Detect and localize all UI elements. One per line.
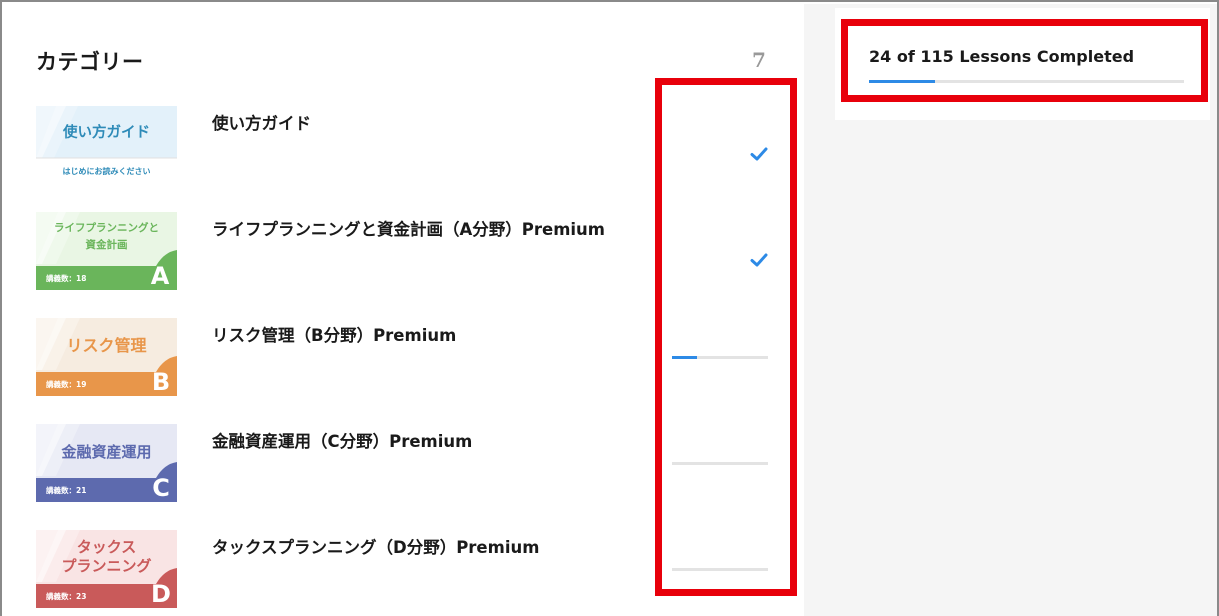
thumb-line1: タックス — [77, 538, 137, 556]
thumbnail-graphic: リスク管理 講義数：19 B — [36, 318, 177, 396]
category-thumbnail-a[interactable]: ライフプランニングと 資金計画 講義数：18 A — [36, 212, 177, 290]
category-thumbnail-d[interactable]: タックス プランニング 講義数：23 D — [36, 530, 177, 608]
thumb-letter: D — [151, 580, 171, 608]
summary-highlight — [841, 19, 1208, 102]
thumb-lessons: 講義数：21 — [46, 485, 86, 495]
thumbnail-graphic: 使い方ガイド はじめにお読みください — [36, 106, 177, 184]
thumb-lessons: 講義数：18 — [46, 273, 86, 283]
thumb-sub-text: はじめにお読みください — [63, 166, 151, 176]
category-heading: カテゴリー — [36, 50, 144, 74]
category-thumbnail-guide[interactable]: 使い方ガイド はじめにお読みください — [36, 106, 177, 184]
thumb-lessons: 講義数：23 — [46, 591, 86, 601]
thumb-letter: B — [152, 368, 170, 396]
thumb-line1: 金融資産運用 — [60, 443, 151, 461]
category-title[interactable]: ライフプランニングと資金計画（A分野）Premium — [212, 216, 605, 240]
thumb-line1: ライフプランニングと — [54, 221, 159, 234]
thumb-lessons: 講義数：19 — [46, 379, 86, 389]
category-title[interactable]: 金融資産運用（C分野）Premium — [212, 428, 472, 452]
thumb-letter: C — [152, 474, 170, 502]
category-thumbnail-b[interactable]: リスク管理 講義数：19 B — [36, 318, 177, 396]
status-column-highlight — [655, 78, 797, 596]
category-thumbnail-c[interactable]: 金融資産運用 講義数：21 C — [36, 424, 177, 502]
thumbnail-graphic: タックス プランニング 講義数：23 D — [36, 530, 177, 608]
category-title[interactable]: リスク管理（B分野）Premium — [212, 322, 456, 346]
thumbnail-graphic: ライフプランニングと 資金計画 講義数：18 A — [36, 212, 177, 290]
category-title[interactable]: 使い方ガイド — [212, 110, 311, 134]
thumb-line1: リスク管理 — [66, 336, 146, 355]
thumb-main-text: 使い方ガイド — [62, 123, 150, 141]
thumb-line2: 資金計画 — [86, 238, 128, 251]
thumbnail-graphic: 金融資産運用 講義数：21 C — [36, 424, 177, 502]
category-count: 7 — [752, 48, 766, 72]
category-title[interactable]: タックスプランニング（D分野）Premium — [212, 534, 539, 558]
thumb-letter: A — [151, 262, 170, 290]
thumb-line2: プランニング — [61, 557, 151, 575]
